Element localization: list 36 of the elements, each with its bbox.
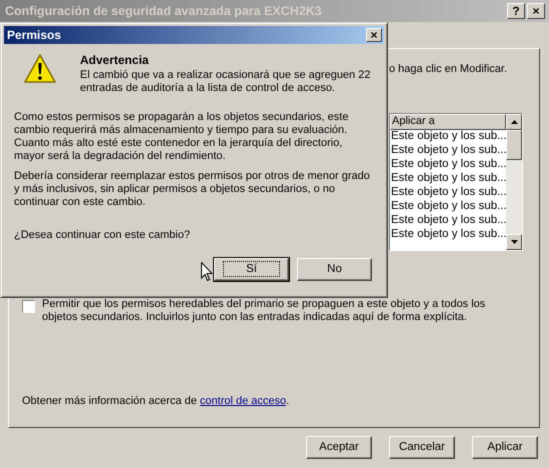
dialog-button[interactable]: Aceptar: [306, 436, 372, 459]
scroll-thumb[interactable]: [506, 130, 522, 160]
checkbox[interactable]: [22, 300, 35, 313]
list-row[interactable]: Este objeto y los sub...: [390, 200, 506, 214]
list-row[interactable]: Este objeto y los sub...: [390, 172, 506, 186]
list-row[interactable]: Este objeto y los sub...: [390, 130, 506, 144]
message-paragraph: Como estos permisos se propagarán a los objetos secundarios, este cambio requerirá más almacenamiento y tiempo para su evaluación. Cuanto más alto esté este contenedor en la jerarquía del directorio, mayor será la degradación del rendimiento.: [14, 111, 350, 163]
list-row[interactable]: Este objeto y los sub...: [390, 144, 506, 158]
list-row[interactable]: Este objeto y los sub...: [390, 228, 506, 242]
warning-message: El cambió que va a realizar ocasionará que se agreguen 22 entradas de auditoría a la lista de control de acceso.: [80, 69, 372, 95]
help-button[interactable]: ?: [507, 3, 525, 19]
dialog-title: Permisos: [7, 28, 62, 42]
checkbox-label[interactable]: Permitir que los permisos heredables del primario se propaguen a este objeto y a todos los objetos secundarios. Incluirlos junto con las entradas indicadas aquí de forma explícita.: [42, 298, 522, 324]
dialog-button[interactable]: Sí: [214, 258, 289, 281]
dialog-button[interactable]: Aplicar: [472, 436, 538, 459]
message-paragraph: Debería considerar reemplazar estos permisos por otros de menor grado y más inclusivos, sin aplicar permisos a objetos secundarios, o no continuar con este cambio.: [14, 170, 371, 209]
list-row[interactable]: Este objeto y los sub...: [390, 158, 506, 172]
close-button[interactable]: ×: [527, 3, 545, 19]
scroll-down-button[interactable]: [506, 234, 522, 250]
warning-icon: [24, 54, 56, 84]
close-button[interactable]: ×: [366, 28, 382, 42]
scroll-up-button[interactable]: [506, 114, 522, 130]
up-arrow-icon: [510, 120, 518, 124]
list-row[interactable]: Este objeto y los sub...: [390, 214, 506, 228]
scrollbar[interactable]: [506, 114, 522, 250]
question-text: ¿Desea continuar con este cambio?: [14, 229, 192, 242]
column-header[interactable]: Aplicar a: [390, 114, 506, 130]
instruction-text: o haga clic en Modificar.: [389, 63, 508, 76]
dialog-button[interactable]: Cancelar: [389, 436, 455, 459]
list-row[interactable]: Este objeto y los sub...: [390, 186, 506, 200]
cursor-icon: [201, 262, 213, 281]
help-text: Obtener más información acerca de control de acceso.: [22, 395, 290, 408]
dialog-button[interactable]: No: [297, 258, 372, 281]
warning-heading: Advertencia: [80, 54, 150, 67]
down-arrow-icon: [510, 240, 518, 244]
help-link[interactable]: control de acceso: [200, 395, 286, 407]
